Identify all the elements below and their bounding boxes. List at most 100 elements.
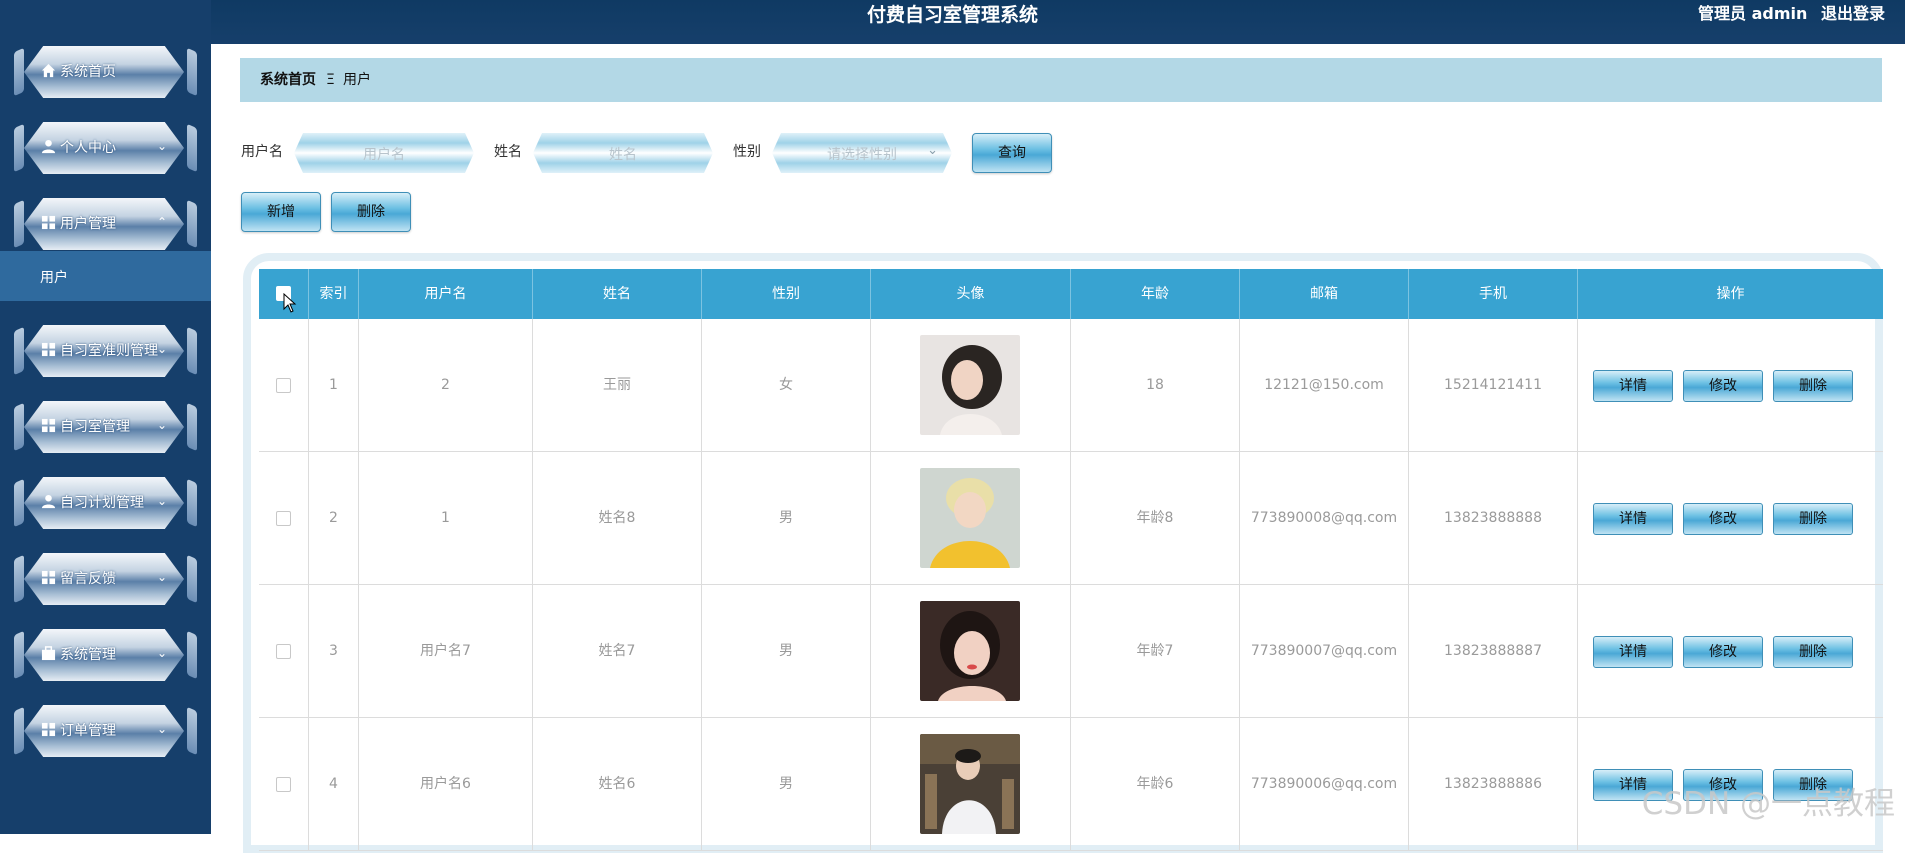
grid-icon xyxy=(40,342,56,358)
name-label: 姓名 xyxy=(494,144,522,160)
edit-button[interactable]: 修改 xyxy=(1683,503,1763,535)
table-row: 2 1 姓名8 男 年龄8 773890008@qq.com 138238888… xyxy=(259,452,1883,585)
submenu-item-user[interactable]: 用户 xyxy=(0,251,211,301)
name-input[interactable]: 姓名 xyxy=(533,133,713,173)
cell-email: 773890008@qq.com xyxy=(1240,452,1409,585)
chevron-down-icon: ⌄ xyxy=(927,143,938,158)
edit-button[interactable]: 修改 xyxy=(1683,370,1763,402)
chevron-down-icon: ⌄ xyxy=(156,646,167,660)
cell-phone: 13823888888 xyxy=(1409,452,1578,585)
cell-phone: 13823888887 xyxy=(1409,585,1578,718)
sidebar-item-user-management[interactable]: 用户管理 ⌃ xyxy=(14,196,197,252)
sidebar: 系统首页 个人中心 ⌄ 用户管理 ⌃ 用户 自习室准则管理 ⌄ 自习室管理 ⌄ xyxy=(0,0,211,834)
app-title: 付费自习室管理系统 xyxy=(866,4,1038,26)
table-row: 4 用户名6 姓名6 男 年龄6 773890006@qq.com 138238… xyxy=(259,718,1883,851)
cell-age: 年龄8 xyxy=(1071,452,1240,585)
detail-button[interactable]: 详情 xyxy=(1593,370,1673,402)
sidebar-item-home[interactable]: 系统首页 xyxy=(14,44,197,100)
chevron-down-icon: ⌄ xyxy=(156,139,167,153)
row-checkbox[interactable] xyxy=(276,378,291,393)
header-age: 年龄 xyxy=(1071,269,1240,319)
person-icon xyxy=(40,494,56,510)
cell-email: 773890006@qq.com xyxy=(1240,718,1409,851)
cell-username: 1 xyxy=(359,452,533,585)
cell-age: 年龄6 xyxy=(1071,718,1240,851)
sidebar-item-orders[interactable]: 订单管理 ⌄ xyxy=(14,703,197,759)
edit-button[interactable]: 修改 xyxy=(1683,636,1763,668)
chevron-down-icon: ⌄ xyxy=(156,342,167,356)
sidebar-item-feedback[interactable]: 留言反馈 ⌄ xyxy=(14,551,197,607)
header-name: 姓名 xyxy=(533,269,702,319)
sidebar-item-system-management[interactable]: 系统管理 ⌄ xyxy=(14,627,197,683)
briefcase-icon xyxy=(40,646,56,662)
current-user: 管理员 admin xyxy=(1698,4,1808,23)
cell-name: 姓名8 xyxy=(533,452,702,585)
header-index: 索引 xyxy=(309,269,359,319)
cell-name: 王丽 xyxy=(533,319,702,452)
username-input[interactable]: 用户名 xyxy=(294,133,474,173)
username-label: 用户名 xyxy=(241,144,283,160)
cell-name: 姓名6 xyxy=(533,718,702,851)
person-icon xyxy=(40,139,56,155)
row-checkbox[interactable] xyxy=(276,777,291,792)
chevron-down-icon: ⌄ xyxy=(156,722,167,736)
cell-index: 2 xyxy=(309,452,359,585)
cell-gender: 男 xyxy=(702,452,871,585)
watermark: CSDN @一点教程 xyxy=(1641,786,1895,822)
sidebar-item-room-management[interactable]: 自习室管理 ⌄ xyxy=(14,399,197,455)
cell-gender: 男 xyxy=(702,718,871,851)
breadcrumb-home[interactable]: 系统首页 xyxy=(260,71,316,89)
avatar xyxy=(920,734,1020,834)
avatar xyxy=(920,335,1020,435)
chevron-down-icon: ⌄ xyxy=(156,494,167,508)
add-button[interactable]: 新增 xyxy=(241,192,321,232)
gender-label: 性别 xyxy=(733,144,761,160)
header-phone: 手机 xyxy=(1409,269,1578,319)
breadcrumb-separator: Ξ xyxy=(326,72,335,88)
sidebar-item-room-rules[interactable]: 自习室准则管理 ⌄ xyxy=(14,323,197,379)
breadcrumb-current: 用户 xyxy=(343,72,371,88)
cell-age: 18 xyxy=(1071,319,1240,452)
grid-icon xyxy=(40,570,56,586)
header-actions: 操作 xyxy=(1716,286,1745,302)
home-icon xyxy=(40,63,56,79)
header-username: 用户名 xyxy=(359,269,533,319)
cell-phone: 13823888886 xyxy=(1409,718,1578,851)
row-delete-button[interactable]: 删除 xyxy=(1773,503,1853,535)
avatar xyxy=(920,601,1020,701)
breadcrumb: 系统首页 Ξ 用户 xyxy=(240,58,1882,102)
cell-index: 3 xyxy=(309,585,359,718)
cell-index: 4 xyxy=(309,718,359,851)
top-bar: 付费自习室管理系统 管理员 admin 退出登录 xyxy=(0,0,1905,44)
gender-select[interactable]: 请选择性别 ⌄ xyxy=(772,133,952,173)
table-header: 索引 用户名 姓名 性别 头像 年龄 邮箱 手机 操作 xyxy=(259,269,1883,319)
row-delete-button[interactable]: 删除 xyxy=(1773,370,1853,402)
logout-link[interactable]: 退出登录 xyxy=(1821,4,1885,23)
query-button[interactable]: 查询 xyxy=(972,133,1052,173)
row-checkbox[interactable] xyxy=(276,511,291,526)
row-delete-button[interactable]: 删除 xyxy=(1773,636,1853,668)
chevron-down-icon: ⌄ xyxy=(156,418,167,432)
cell-index: 1 xyxy=(309,319,359,452)
user-table: 索引 用户名 姓名 性别 头像 年龄 邮箱 手机 操作 1 2 王丽 女 18 … xyxy=(243,253,1883,853)
sidebar-item-study-plan[interactable]: 自习计划管理 ⌄ xyxy=(14,475,197,531)
grid-icon xyxy=(40,722,56,738)
grid-icon xyxy=(40,215,56,231)
cell-email: 773890007@qq.com xyxy=(1240,585,1409,718)
chevron-up-icon: ⌃ xyxy=(156,215,167,229)
cell-age: 年龄7 xyxy=(1071,585,1240,718)
detail-button[interactable]: 详情 xyxy=(1593,636,1673,668)
sidebar-item-personal-center[interactable]: 个人中心 ⌄ xyxy=(14,120,197,176)
cell-gender: 男 xyxy=(702,585,871,718)
delete-button[interactable]: 删除 xyxy=(331,192,411,232)
row-checkbox[interactable] xyxy=(276,644,291,659)
header-avatar: 头像 xyxy=(871,269,1071,319)
user-area: 管理员 admin 退出登录 xyxy=(1690,3,1885,25)
cell-email: 12121@150.com xyxy=(1240,319,1409,452)
detail-button[interactable]: 详情 xyxy=(1593,503,1673,535)
cell-username: 用户名7 xyxy=(359,585,533,718)
avatar xyxy=(920,468,1020,568)
cell-gender: 女 xyxy=(702,319,871,452)
header-email: 邮箱 xyxy=(1240,269,1409,319)
cell-username: 用户名6 xyxy=(359,718,533,851)
